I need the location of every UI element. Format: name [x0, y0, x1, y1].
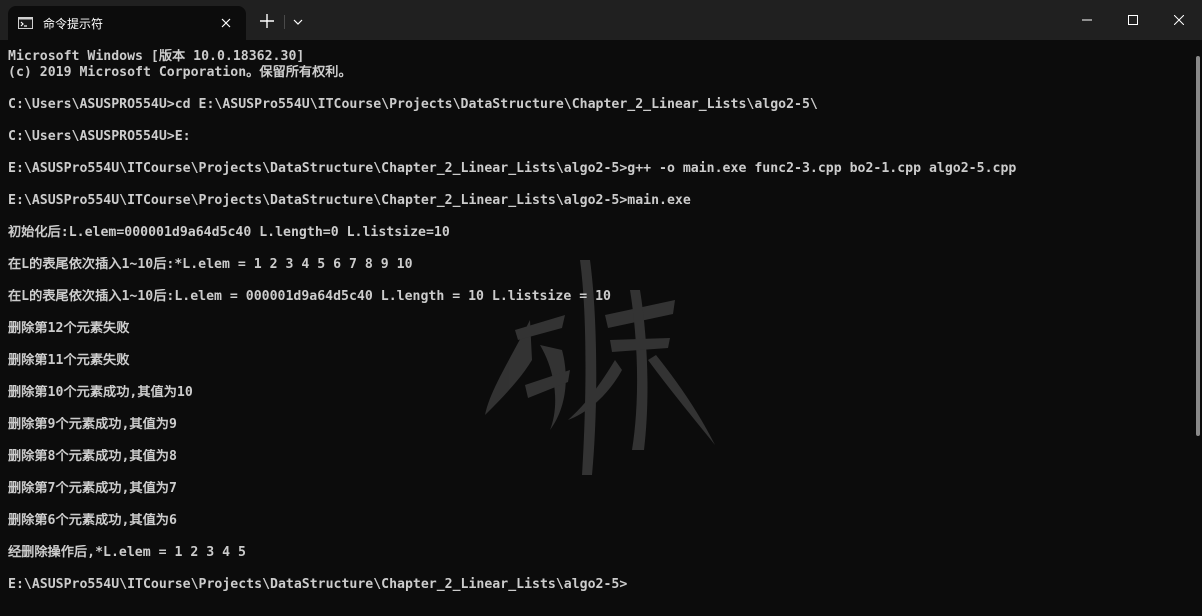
tab-separator — [284, 15, 285, 29]
terminal-line: C:\Users\ASUSPRO554U>cd E:\ASUSPro554U\I… — [8, 97, 818, 112]
close-window-button[interactable] — [1156, 0, 1202, 40]
tab-title: 命令提示符 — [43, 17, 104, 31]
maximize-button[interactable] — [1110, 0, 1156, 40]
terminal-line: E:\ASUSPro554U\ITCourse\Projects\DataStr… — [8, 161, 1017, 176]
terminal-line: 删除第11个元素失败 — [8, 353, 130, 368]
close-tab-icon[interactable] — [218, 15, 234, 31]
terminal-line: 删除第9个元素成功,其值为9 — [8, 417, 177, 432]
scrollbar-thumb[interactable] — [1196, 56, 1200, 436]
terminal-line: 在L的表尾依次插入1~10后:*L.elem = 1 2 3 4 5 6 7 8… — [8, 257, 413, 272]
terminal-line: 初始化后:L.elem=000001d9a64d5c40 L.length=0 … — [8, 225, 450, 240]
terminal-window: 命令提示符 Microsoft Windows [版本 10.0.18362.3… — [0, 0, 1202, 616]
minimize-button[interactable] — [1064, 0, 1110, 40]
tab-command-prompt[interactable]: 命令提示符 — [8, 6, 246, 40]
terminal-line: (c) 2019 Microsoft Corporation。保留所有权利。 — [8, 65, 352, 80]
chevron-down-icon[interactable] — [291, 15, 305, 29]
terminal-output-area[interactable]: Microsoft Windows [版本 10.0.18362.30] (c) … — [0, 40, 1202, 616]
terminal-line: 删除第6个元素成功,其值为6 — [8, 513, 177, 528]
terminal-line: 删除第12个元素失败 — [8, 321, 130, 336]
terminal-line: C:\Users\ASUSPRO554U>E: — [8, 129, 191, 144]
new-tab-plus-icon[interactable] — [258, 12, 276, 30]
terminal-line: 经删除操作后,*L.elem = 1 2 3 4 5 — [8, 545, 246, 560]
terminal-line: 在L的表尾依次插入1~10后:L.elem = 000001d9a64d5c40… — [8, 289, 611, 304]
terminal-line: Microsoft Windows [版本 10.0.18362.30] — [8, 49, 305, 64]
terminal-lines: Microsoft Windows [版本 10.0.18362.30] (c) … — [8, 49, 1188, 593]
maximize-icon — [1128, 15, 1138, 25]
title-bar: 命令提示符 — [0, 0, 1202, 40]
minimize-icon — [1082, 19, 1092, 21]
terminal-line: 删除第10个元素成功,其值为10 — [8, 385, 193, 400]
terminal-line: E:\ASUSPro554U\ITCourse\Projects\DataStr… — [8, 193, 691, 208]
terminal-line: 删除第8个元素成功,其值为8 — [8, 449, 177, 464]
cmd-icon — [18, 17, 33, 29]
terminal-line: E:\ASUSPro554U\ITCourse\Projects\DataStr… — [8, 577, 628, 592]
terminal-line: 删除第7个元素成功,其值为7 — [8, 481, 177, 496]
close-icon — [1174, 15, 1184, 25]
